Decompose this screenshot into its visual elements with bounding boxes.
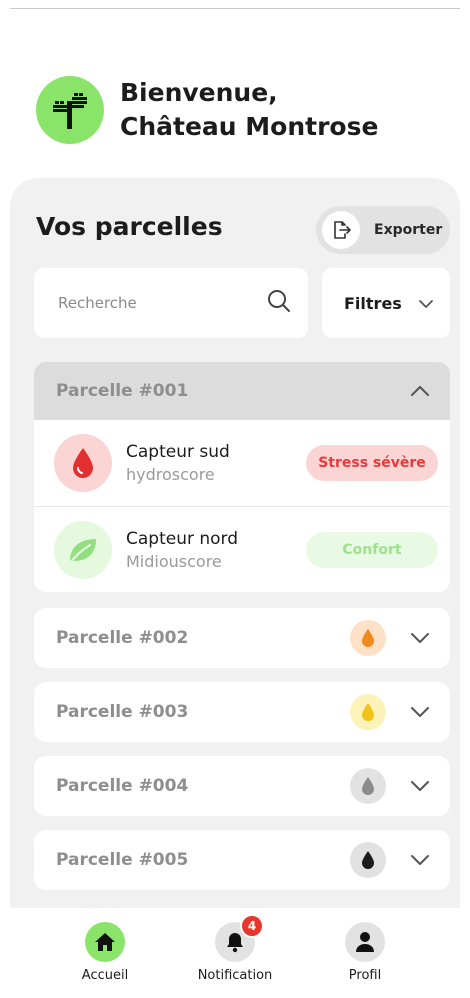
search-input[interactable]: Recherche bbox=[34, 268, 308, 338]
sensor-score-type: Midiouscore bbox=[126, 551, 222, 571]
sensor-text: Capteur nord Midiouscore bbox=[126, 527, 306, 573]
sensor-name: Capteur sud bbox=[126, 442, 230, 462]
panel-title: Vos parcelles bbox=[36, 212, 223, 241]
estate-name: Château Montrose bbox=[120, 112, 379, 141]
export-label: Exporter bbox=[374, 222, 443, 238]
parcel-name: Parcelle #001 bbox=[56, 381, 189, 401]
nav-home-label: Accueil bbox=[81, 968, 129, 983]
chevron-down-icon bbox=[418, 294, 434, 313]
water-drop-icon bbox=[350, 620, 386, 656]
sensor-row-sud[interactable]: Capteur sud hydroscore Stress sévère bbox=[34, 420, 450, 506]
filters-label: Filtres bbox=[344, 293, 402, 313]
vineyard-logo-icon bbox=[36, 76, 104, 144]
nav-notification-label: Notification bbox=[197, 968, 273, 983]
water-drop-icon bbox=[350, 768, 386, 804]
notification-count-badge: 4 bbox=[240, 914, 264, 938]
bottom-navigation: Accueil 4 Notification Profil bbox=[0, 908, 470, 998]
sensor-text: Capteur sud hydroscore bbox=[126, 440, 306, 486]
welcome-title: Bienvenue, Château Montrose bbox=[120, 76, 378, 144]
home-icon bbox=[85, 922, 125, 962]
parcel-card-001: Parcelle #001 Capteur sud hydroscore Str… bbox=[34, 362, 450, 592]
sensor-row-nord[interactable]: Capteur nord Midiouscore Confort bbox=[34, 506, 450, 592]
chevron-up-icon[interactable] bbox=[410, 382, 430, 401]
nav-profile[interactable]: Profil bbox=[310, 908, 420, 998]
sensor-score-type: hydroscore bbox=[126, 465, 215, 484]
water-drop-icon bbox=[54, 434, 112, 492]
parcel-header-001[interactable]: Parcelle #001 bbox=[34, 362, 450, 420]
chevron-down-icon[interactable] bbox=[410, 777, 430, 796]
water-drop-icon bbox=[350, 694, 386, 730]
user-icon bbox=[345, 922, 385, 962]
welcome-header: Bienvenue, Château Montrose bbox=[36, 76, 378, 144]
nav-home[interactable]: Accueil bbox=[50, 908, 160, 998]
parcel-name: Parcelle #005 bbox=[56, 850, 189, 870]
export-button[interactable]: Exporter bbox=[316, 206, 450, 254]
parcel-name: Parcelle #004 bbox=[56, 776, 189, 796]
top-divider bbox=[10, 8, 460, 9]
parcel-row-005[interactable]: Parcelle #005 bbox=[34, 830, 450, 890]
leaf-icon bbox=[54, 520, 112, 579]
chevron-down-icon[interactable] bbox=[410, 851, 430, 870]
sensor-name: Capteur nord bbox=[126, 528, 239, 549]
parcel-row-004[interactable]: Parcelle #004 bbox=[34, 756, 450, 816]
chevron-down-icon[interactable] bbox=[410, 703, 430, 722]
welcome-line-1: Bienvenue, bbox=[120, 78, 278, 107]
parcels-panel: Vos parcelles Exporter Recherche Filtres… bbox=[10, 178, 460, 918]
parcel-name: Parcelle #003 bbox=[56, 702, 189, 722]
status-badge: Stress sévère bbox=[306, 445, 438, 481]
search-icon bbox=[266, 288, 292, 318]
status-badge: Confort bbox=[306, 531, 438, 568]
parcel-row-002[interactable]: Parcelle #002 bbox=[34, 608, 450, 668]
nav-notification[interactable]: 4 Notification bbox=[180, 908, 290, 998]
parcel-row-003[interactable]: Parcelle #003 bbox=[34, 682, 450, 742]
nav-profile-label: Profil bbox=[348, 968, 382, 983]
water-drop-icon bbox=[350, 842, 386, 878]
export-icon bbox=[322, 211, 360, 249]
search-placeholder: Recherche bbox=[58, 294, 137, 312]
parcel-name: Parcelle #002 bbox=[56, 628, 189, 648]
chevron-down-icon[interactable] bbox=[410, 629, 430, 648]
filters-button[interactable]: Filtres bbox=[322, 268, 450, 338]
